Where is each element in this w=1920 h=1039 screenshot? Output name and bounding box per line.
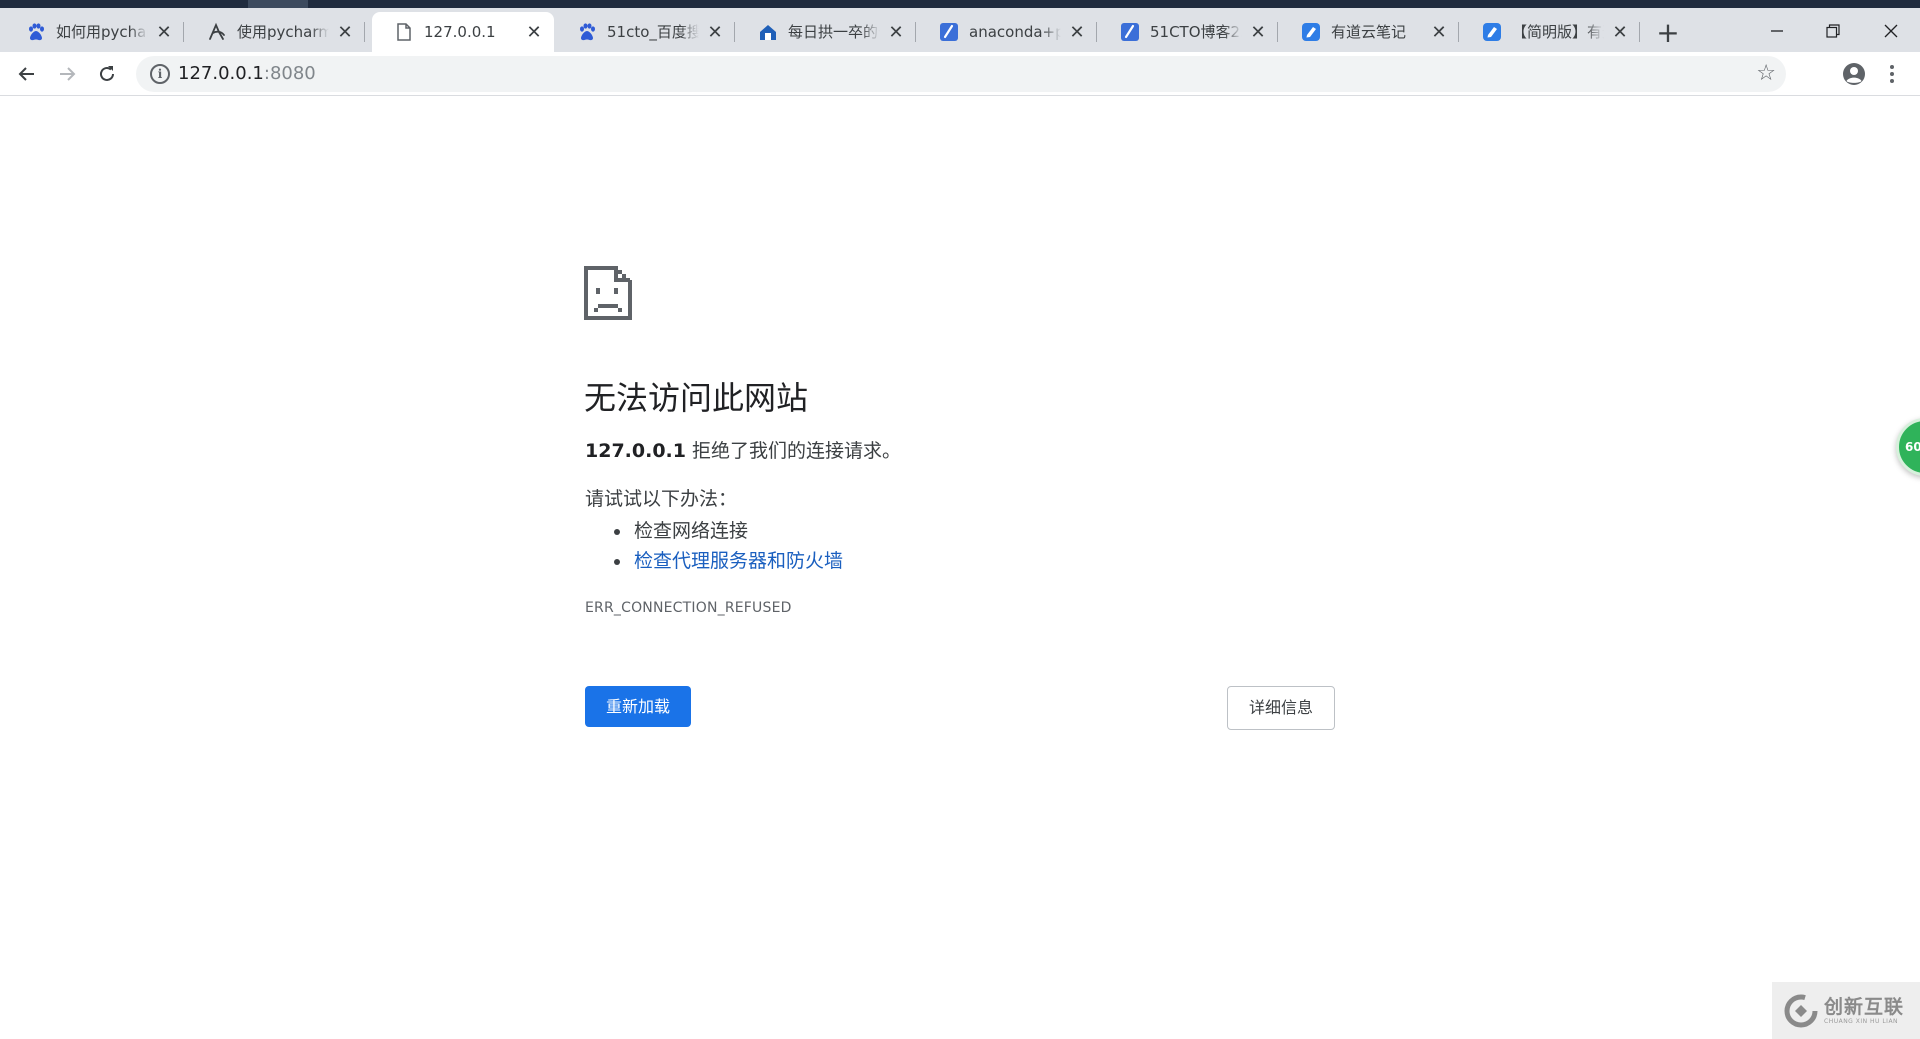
details-button[interactable]: 详细信息 xyxy=(1227,686,1335,730)
url-host: 127.0.0.1 xyxy=(178,63,264,84)
close-icon[interactable]: ✕ xyxy=(524,22,544,43)
tab-title: 使用pycharm创 xyxy=(237,23,329,41)
baidu-paw-icon xyxy=(26,22,46,42)
tab-bar: 如何用pycharm ✕ 使用pycharm创 ✕ 127.0.0.1 ✕ 51… xyxy=(0,8,1920,52)
pen-icon xyxy=(939,22,959,42)
tab-separator xyxy=(364,22,365,42)
error-summary-text: 拒绝了我们的连接请求。 xyxy=(685,440,902,462)
more-vertical-icon xyxy=(1890,65,1894,83)
watermark: 创新互联 CHUANG XIN HU LIAN xyxy=(1772,982,1920,1039)
bookmark-star-icon[interactable]: ☆ xyxy=(1756,61,1776,86)
tab-separator xyxy=(915,22,916,42)
restore-icon xyxy=(1826,24,1840,38)
error-summary: 127.0.0.1 拒绝了我们的连接请求。 xyxy=(585,438,901,464)
reload-page-button[interactable]: 重新加载 xyxy=(585,686,691,727)
minimize-button[interactable] xyxy=(1754,16,1800,46)
minimize-icon xyxy=(1771,30,1783,32)
close-icon[interactable]: ✕ xyxy=(154,22,174,43)
tab-4[interactable]: 每日拱一卒的个 ✕ xyxy=(736,12,916,52)
tab-title: 每日拱一卒的个 xyxy=(788,23,880,41)
tab-0[interactable]: 如何用pycharm ✕ xyxy=(4,12,184,52)
tab-title: 127.0.0.1 xyxy=(424,23,496,41)
tab-7[interactable]: 有道云笔记 ✕ xyxy=(1279,12,1459,52)
reload-button[interactable] xyxy=(91,58,123,90)
close-icon[interactable]: ✕ xyxy=(335,22,355,43)
close-icon xyxy=(1884,24,1898,38)
watermark-cn: 创新互联 xyxy=(1824,995,1905,1018)
note-icon xyxy=(1482,22,1502,42)
error-host: 127.0.0.1 xyxy=(585,440,686,462)
tab-1[interactable]: 使用pycharm创 ✕ xyxy=(185,12,365,52)
top-strip-highlight xyxy=(248,0,308,8)
tab-separator xyxy=(1639,22,1640,42)
tab-separator xyxy=(1277,22,1278,42)
toolbar: i 127.0.0.1:8080 ☆ xyxy=(0,52,1920,96)
new-tab-button[interactable]: + xyxy=(1652,18,1684,50)
tab-6[interactable]: 51CTO博客2.0 ✕ xyxy=(1098,12,1278,52)
close-icon[interactable]: ✕ xyxy=(1429,22,1449,43)
suggestion-check-proxy-link[interactable]: 检查代理服务器和防火墙 xyxy=(610,546,843,576)
close-icon[interactable]: ✕ xyxy=(1248,22,1268,43)
tab-8[interactable]: 【简明版】有道 ✕ xyxy=(1460,12,1640,52)
tab-title: 51cto_百度搜索 xyxy=(607,23,699,41)
address-bar[interactable]: i 127.0.0.1:8080 ☆ xyxy=(136,56,1786,92)
top-strip xyxy=(0,0,1920,8)
url-port: :8080 xyxy=(263,63,316,84)
tab-title: 【简明版】有道 xyxy=(1512,23,1604,41)
info-icon[interactable]: i xyxy=(150,64,170,84)
suggestions-list: 检查网络连接 检查代理服务器和防火墙 xyxy=(610,516,843,576)
suggestion-check-network: 检查网络连接 xyxy=(610,516,843,546)
tab-separator xyxy=(1096,22,1097,42)
tab-title: 如何用pycharm xyxy=(56,23,148,41)
note-icon xyxy=(1301,22,1321,42)
watermark-en: CHUANG XIN HU LIAN xyxy=(1824,1017,1899,1025)
tab-title: 有道云笔记 xyxy=(1331,23,1407,41)
baidu-paw-icon xyxy=(577,22,597,42)
arrow-left-icon xyxy=(18,67,34,81)
profile-button[interactable] xyxy=(1838,58,1870,90)
close-icon[interactable]: ✕ xyxy=(1067,22,1087,43)
tab-2-active[interactable]: 127.0.0.1 ✕ xyxy=(372,12,554,52)
tab-separator xyxy=(734,22,735,42)
pen-icon xyxy=(1120,22,1140,42)
close-icon[interactable]: ✕ xyxy=(705,22,725,43)
house-icon xyxy=(758,22,778,42)
watermark-logo-icon xyxy=(1784,994,1818,1027)
close-icon[interactable]: ✕ xyxy=(886,22,906,43)
tab-separator xyxy=(1458,22,1459,42)
sad-page-icon xyxy=(584,266,632,320)
close-window-button[interactable] xyxy=(1868,16,1914,46)
watermark-text: 创新互联 CHUANG XIN HU LIAN xyxy=(1824,996,1904,1026)
tab-5[interactable]: anaconda+pyc ✕ xyxy=(917,12,1097,52)
close-icon[interactable]: ✕ xyxy=(1610,22,1630,43)
refresh-icon xyxy=(100,66,114,81)
side-float-bubble[interactable]: 60 xyxy=(1896,418,1920,476)
page-icon xyxy=(394,22,414,42)
aminer-icon xyxy=(207,22,227,42)
menu-button[interactable] xyxy=(1878,58,1906,90)
forward-button[interactable] xyxy=(51,58,83,90)
arrow-right-icon xyxy=(60,67,76,81)
tab-separator xyxy=(183,22,184,42)
restore-button[interactable] xyxy=(1810,16,1856,46)
tab-title: 51CTO博客2.0 xyxy=(1150,23,1242,41)
url-text[interactable]: 127.0.0.1:8080 xyxy=(178,64,316,84)
account-circle-icon xyxy=(1843,63,1865,85)
tab-3[interactable]: 51cto_百度搜索 ✕ xyxy=(555,12,735,52)
error-code: ERR_CONNECTION_REFUSED xyxy=(585,600,792,616)
suggestions-label: 请试试以下办法： xyxy=(585,488,738,510)
back-button[interactable] xyxy=(11,58,43,90)
tab-title: anaconda+pyc xyxy=(969,23,1061,41)
error-heading: 无法访问此网站 xyxy=(584,379,809,417)
